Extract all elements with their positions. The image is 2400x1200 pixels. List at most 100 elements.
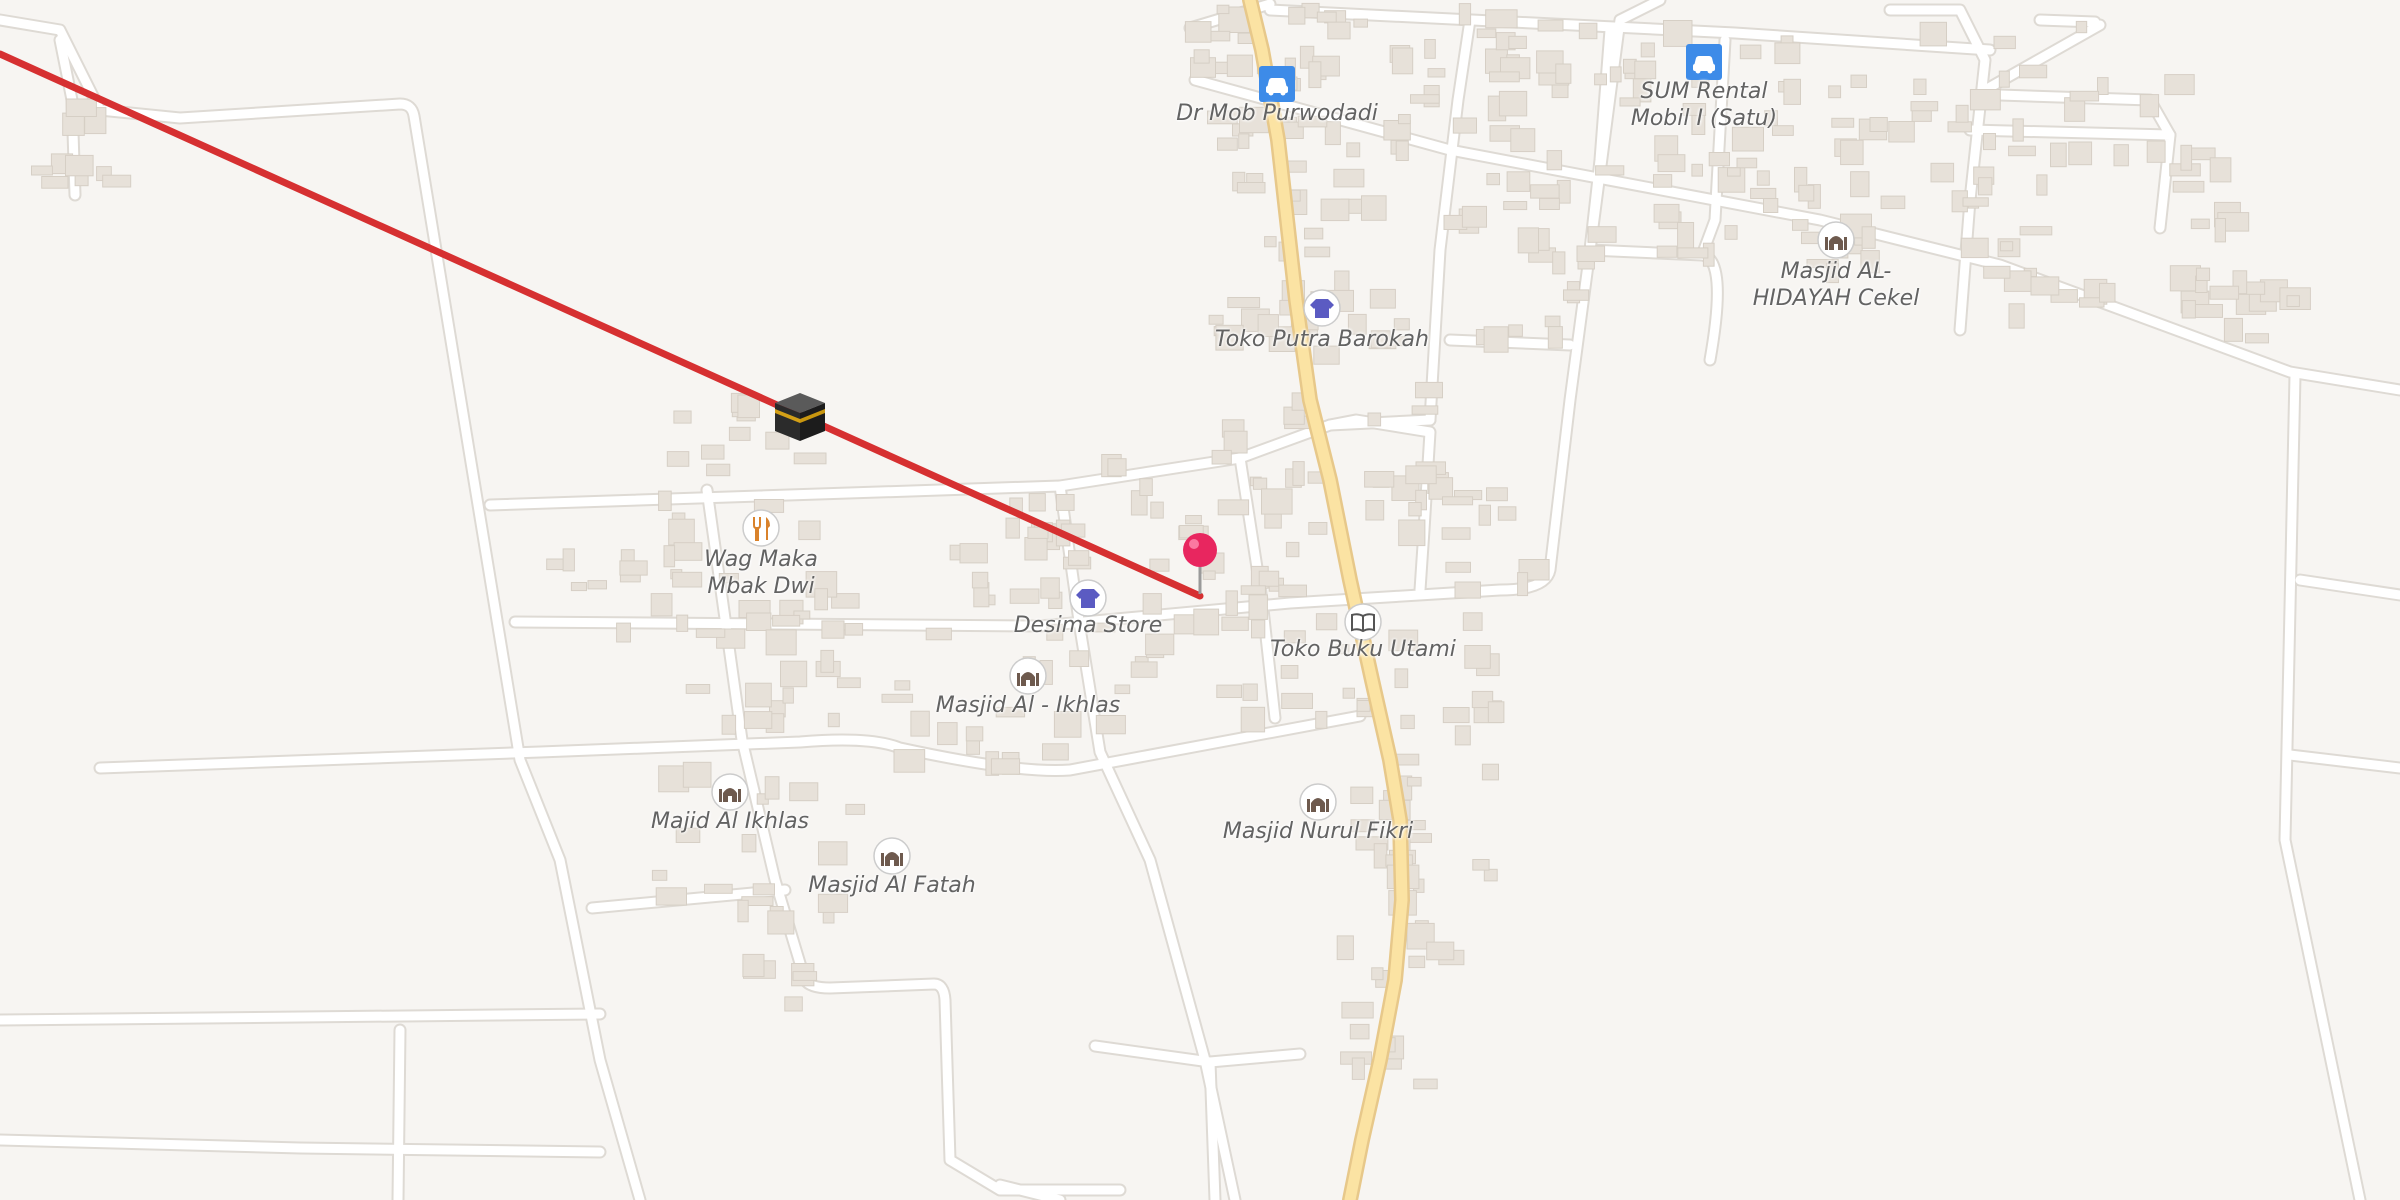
building: [676, 614, 689, 632]
building: [2030, 276, 2060, 296]
building: [1258, 570, 1280, 587]
building: [650, 593, 673, 617]
building: [1068, 550, 1090, 566]
building: [1578, 22, 1598, 40]
building: [1351, 1057, 1365, 1080]
building: [1442, 707, 1470, 724]
location-pin-icon[interactable]: [1180, 532, 1220, 596]
building: [1537, 19, 1564, 32]
building: [2195, 267, 2211, 282]
building: [1993, 35, 2016, 50]
kaaba-icon[interactable]: [771, 387, 829, 445]
building: [1184, 21, 1212, 43]
building: [1394, 668, 1409, 689]
building: [784, 996, 803, 1012]
building: [102, 174, 132, 188]
building: [1828, 85, 1842, 99]
poi-label: Masjid AL- HIDAYAH Cekel: [1752, 259, 1920, 311]
building: [1327, 21, 1351, 40]
poi-label: SUM Rental Mobil I (Satu): [1630, 79, 1778, 131]
building: [1278, 584, 1308, 598]
building: [881, 693, 914, 703]
building: [1869, 117, 1888, 132]
building: [1774, 42, 1801, 65]
building: [1656, 245, 1678, 258]
building: [1657, 154, 1686, 173]
building: [1005, 517, 1020, 539]
building: [1150, 501, 1164, 519]
building: [2190, 218, 2210, 230]
map-base-layer: [0, 0, 2400, 1200]
building: [1850, 74, 1867, 88]
building: [2099, 282, 2116, 303]
building: [1831, 117, 1855, 128]
building: [1840, 139, 1864, 166]
building: [1485, 9, 1518, 29]
building: [1369, 288, 1396, 309]
building: [1349, 1023, 1370, 1040]
building: [1530, 184, 1560, 199]
mosque-icon: [873, 837, 911, 875]
building: [658, 490, 672, 512]
building: [1149, 558, 1170, 572]
building: [2209, 285, 2240, 300]
building: [2008, 303, 2025, 329]
building: [1594, 73, 1607, 86]
building: [1107, 458, 1127, 477]
building: [1546, 150, 1563, 171]
building: [663, 545, 676, 568]
building: [743, 711, 773, 729]
building: [1406, 776, 1422, 787]
building: [1225, 590, 1238, 616]
building: [1217, 137, 1238, 151]
building: [1341, 1001, 1374, 1019]
building: [1458, 3, 1472, 26]
building: [1464, 645, 1491, 669]
building: [2223, 317, 2243, 342]
map-canvas[interactable]: Dr Mob Purwodadi SUM Rental Mobil I (Sat…: [0, 0, 2400, 1200]
building: [937, 722, 958, 746]
building: [1454, 725, 1471, 746]
building: [1677, 247, 1709, 259]
building: [1217, 499, 1250, 516]
building: [2019, 226, 2053, 236]
building: [2012, 118, 2024, 142]
building: [1405, 465, 1437, 485]
building: [1240, 585, 1266, 595]
building: [1240, 706, 1266, 733]
mosque-icon: [1299, 783, 1337, 821]
building: [2036, 174, 2048, 196]
building: [1445, 561, 1472, 573]
building: [2164, 74, 2195, 96]
poi-label: Wag Maka Mbak Dwi: [704, 547, 818, 599]
building: [41, 176, 69, 189]
building: [1413, 1078, 1438, 1090]
building: [741, 834, 757, 853]
building: [706, 463, 731, 477]
building: [1367, 412, 1382, 427]
building: [1426, 941, 1455, 961]
building: [1185, 515, 1202, 525]
building: [1410, 94, 1440, 104]
building: [1503, 201, 1528, 211]
building: [1960, 237, 1989, 259]
building: [1623, 58, 1637, 74]
building: [1739, 44, 1762, 60]
building: [772, 614, 801, 627]
building: [1969, 89, 2001, 111]
building: [2180, 144, 2193, 171]
building: [1342, 687, 1355, 699]
building: [1292, 461, 1305, 486]
building: [1361, 195, 1387, 221]
building: [682, 761, 712, 788]
building: [767, 910, 795, 935]
building: [1517, 227, 1539, 254]
building: [1242, 683, 1258, 701]
building: [1983, 133, 1996, 151]
building: [1472, 859, 1490, 871]
building: [1983, 265, 2011, 279]
building: [1336, 935, 1354, 961]
building: [925, 627, 952, 641]
building: [845, 803, 866, 815]
building: [673, 542, 703, 561]
